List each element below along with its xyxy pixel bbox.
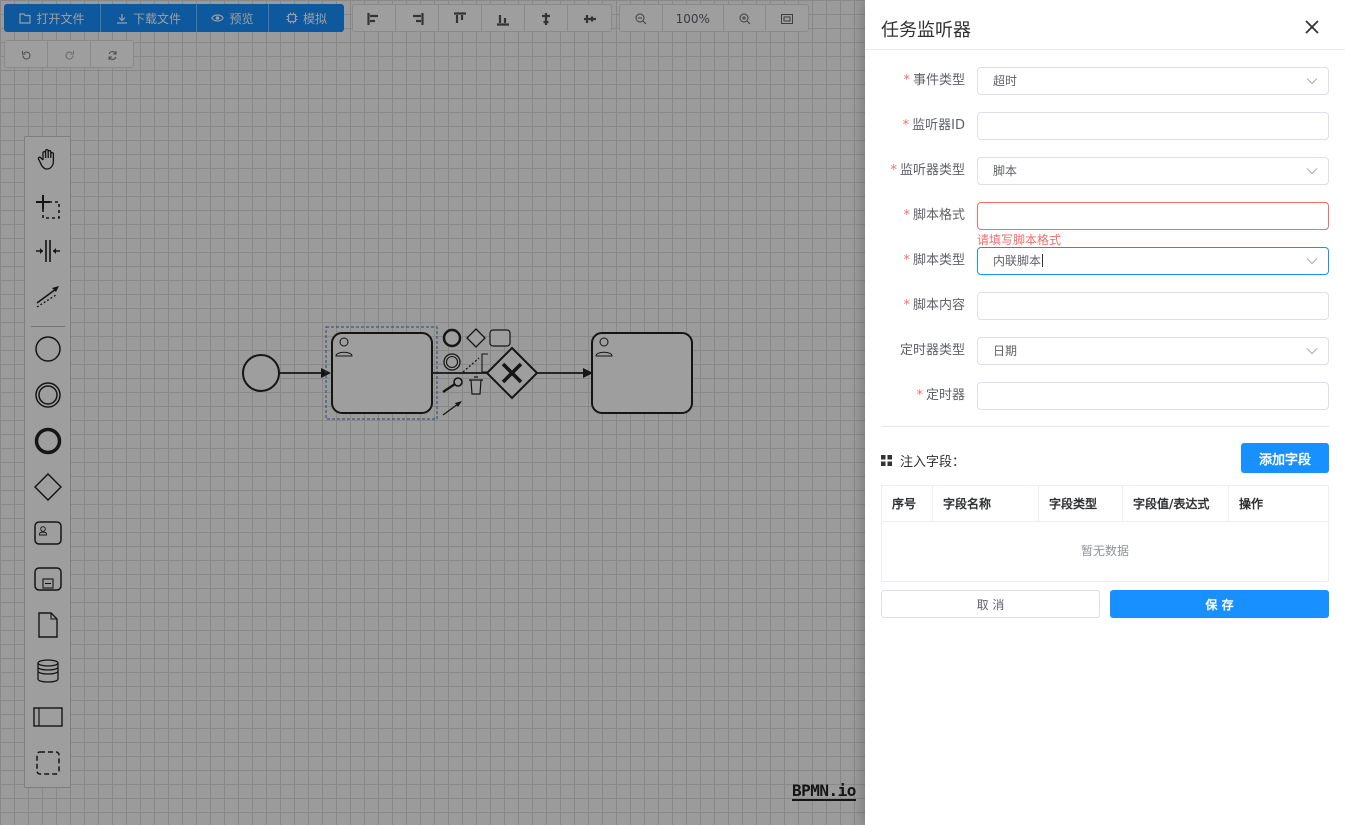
event-type-label: * 事件类型 bbox=[903, 73, 965, 88]
column-header-field-name: 字段名称 bbox=[933, 486, 1039, 522]
column-header-field-type: 字段类型 bbox=[1039, 486, 1123, 522]
chevron-down-icon bbox=[1306, 168, 1318, 175]
script-content-row: * 脚本内容 bbox=[865, 292, 1345, 320]
column-header-field-value: 字段值/表达式 bbox=[1123, 486, 1229, 522]
script-format-row: * 脚本格式 请填写脚本格式 bbox=[865, 202, 1345, 247]
connect-arrow-icon[interactable] bbox=[442, 403, 459, 416]
table-header: 序号 字段名称 字段类型 字段值/表达式 操作 bbox=[882, 486, 1328, 522]
listener-id-row: * 监听器ID bbox=[865, 112, 1345, 140]
script-type-select[interactable]: 内联脚本 bbox=[977, 247, 1329, 275]
listener-id-input[interactable] bbox=[977, 112, 1329, 140]
close-icon[interactable] bbox=[1303, 18, 1321, 36]
chevron-down-icon bbox=[1306, 78, 1318, 85]
script-format-input[interactable] bbox=[977, 202, 1329, 230]
bpmn-canvas[interactable]: 打开文件 下载文件 预览 模拟 100% BPMN.io bbox=[0, 0, 865, 825]
listener-type-row: * 监听器类型 脚本 bbox=[865, 157, 1345, 185]
drawer-header: 任务监听器 bbox=[865, 0, 1345, 50]
column-header-actions: 操作 bbox=[1239, 497, 1264, 511]
inject-fields-label: 注入字段： bbox=[900, 455, 966, 470]
inject-fields-title: 注入字段： bbox=[881, 451, 965, 470]
timer-label: * 定时器 bbox=[916, 388, 965, 403]
start-event[interactable] bbox=[242, 354, 280, 392]
bpmn-io-logo[interactable]: BPMN.io bbox=[792, 782, 856, 801]
process-diagram bbox=[242, 326, 693, 420]
task-listener-drawer: 任务监听器 * 事件类型 超时 * 监听器ID * 监听器类型 脚本 * 脚本格式 请填… bbox=[865, 0, 1345, 825]
listener-type-value: 脚本 bbox=[993, 164, 1018, 178]
listener-type-label: * 监听器类型 bbox=[890, 163, 965, 178]
event-type-row: * 事件类型 超时 bbox=[865, 67, 1345, 95]
chevron-down-icon bbox=[1306, 348, 1318, 355]
change-type-wrench-icon[interactable] bbox=[442, 383, 456, 393]
event-type-value: 超时 bbox=[993, 74, 1018, 88]
append-end-event-icon[interactable] bbox=[442, 328, 462, 348]
script-type-row: * 脚本类型 内联脚本 bbox=[865, 247, 1345, 275]
script-format-error: 请填写脚本格式 bbox=[977, 233, 1062, 247]
listener-type-select[interactable]: 脚本 bbox=[977, 157, 1329, 185]
script-content-label: * 脚本内容 bbox=[903, 298, 965, 313]
grid-icon bbox=[881, 455, 892, 466]
delete-trash-icon[interactable] bbox=[469, 376, 483, 395]
script-content-input[interactable] bbox=[977, 292, 1329, 320]
drawer-title: 任务监听器 bbox=[881, 20, 971, 41]
script-format-label: * 脚本格式 bbox=[903, 208, 965, 223]
listener-id-label: * 监听器ID bbox=[902, 118, 965, 133]
timer-input[interactable] bbox=[977, 382, 1329, 410]
timer-row: * 定时器 bbox=[865, 382, 1345, 410]
timer-type-select[interactable]: 日期 bbox=[977, 337, 1329, 365]
column-header-index: 序号 bbox=[882, 486, 933, 522]
chevron-down-icon bbox=[1306, 258, 1318, 265]
add-field-button[interactable]: 添加字段 bbox=[1241, 443, 1329, 473]
text-cursor bbox=[1042, 254, 1044, 267]
append-text-annotation-icon[interactable] bbox=[462, 357, 480, 373]
inject-fields-table: 序号 字段名称 字段类型 字段值/表达式 操作 暂无数据 bbox=[881, 485, 1329, 582]
save-button[interactable]: 保 存 bbox=[1110, 590, 1329, 618]
timer-type-label: 定时器类型 bbox=[899, 343, 965, 358]
script-type-value: 内联脚本 bbox=[993, 254, 1042, 268]
script-type-label: * 脚本类型 bbox=[903, 253, 965, 268]
section-divider bbox=[881, 426, 1329, 427]
append-task-icon[interactable] bbox=[489, 329, 511, 347]
timer-type-value: 日期 bbox=[993, 344, 1018, 358]
timer-type-row: 定时器类型 日期 bbox=[865, 337, 1345, 365]
cancel-button[interactable]: 取 消 bbox=[881, 590, 1100, 618]
append-gateway-icon[interactable] bbox=[466, 328, 486, 348]
event-type-select[interactable]: 超时 bbox=[977, 67, 1329, 95]
table-empty-text: 暂无数据 bbox=[1080, 544, 1129, 558]
